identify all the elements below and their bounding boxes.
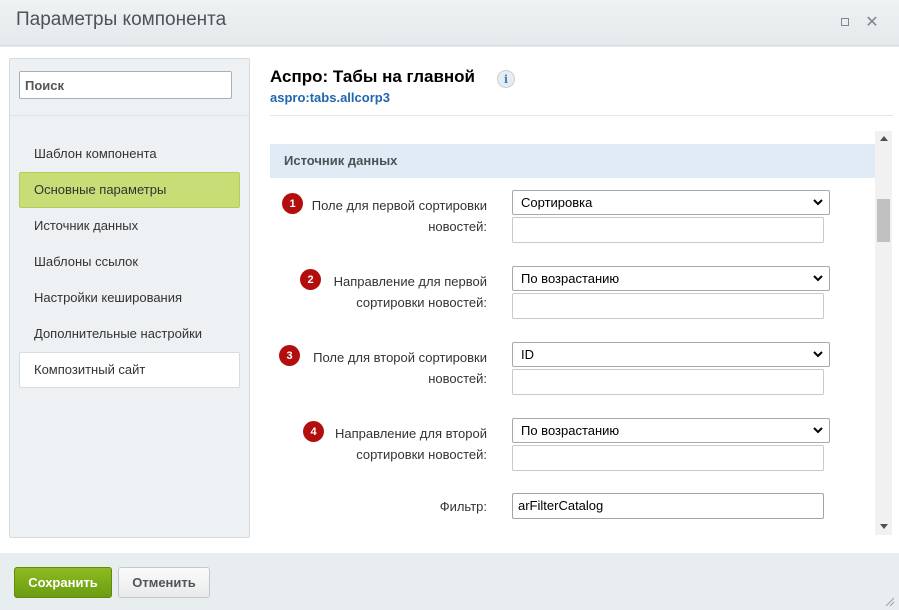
scroll-up-icon[interactable] bbox=[880, 136, 888, 141]
sort-field2-select[interactable]: ID bbox=[512, 342, 830, 367]
scrollbar-thumb[interactable] bbox=[877, 199, 890, 242]
sidebar-item-template[interactable]: Шаблон компонента bbox=[19, 136, 240, 172]
content-scrollbar[interactable] bbox=[875, 131, 892, 535]
scroll-down-icon[interactable] bbox=[880, 524, 888, 529]
field-label: Направление для первой сортировки новост… bbox=[333, 274, 487, 310]
content-divider bbox=[270, 115, 893, 116]
content-panel: Аспро: Табы на главной i aspro:tabs.allc… bbox=[270, 47, 899, 553]
component-code: aspro:tabs.allcorp3 bbox=[270, 90, 390, 105]
info-icon[interactable]: i bbox=[497, 70, 515, 88]
filter-label: Фильтр: bbox=[439, 499, 487, 514]
maximize-icon bbox=[841, 18, 849, 26]
close-button[interactable]: ✕ bbox=[862, 12, 882, 32]
dialog-body: Шаблон компонента Основные параметры Ист… bbox=[0, 47, 899, 553]
sidebar-item-url-templates[interactable]: Шаблоны ссылок bbox=[19, 244, 240, 280]
search-input[interactable] bbox=[19, 71, 232, 99]
chevron-down-icon bbox=[813, 275, 823, 282]
sidebar-nav: Шаблон компонента Основные параметры Ист… bbox=[19, 136, 240, 388]
sidebar-divider bbox=[10, 115, 249, 116]
sort-order2-custom-input[interactable] bbox=[512, 445, 824, 471]
field-label: Поле для первой сортировки новостей: bbox=[311, 198, 487, 234]
close-icon: ✕ bbox=[865, 14, 879, 31]
sort-field2-custom-input[interactable] bbox=[512, 369, 824, 395]
sort-field-select[interactable]: Сортировка bbox=[512, 190, 830, 215]
section-header: Источник данных bbox=[270, 144, 875, 178]
filter-input[interactable]: arFilterCatalog bbox=[512, 493, 824, 519]
sidebar-item-cache-settings[interactable]: Настройки кеширования bbox=[19, 280, 240, 316]
save-button[interactable]: Сохранить bbox=[14, 567, 112, 598]
chevron-down-icon bbox=[813, 199, 823, 206]
dialog-footer: Сохранить Отменить bbox=[0, 553, 899, 610]
component-title: Аспро: Табы на главной bbox=[270, 67, 475, 86]
sort-order2-select[interactable]: По возрастанию bbox=[512, 418, 830, 443]
step-badge: 4 bbox=[303, 421, 324, 442]
step-badge: 2 bbox=[300, 269, 321, 290]
field-label: Поле для второй сортировки новостей: bbox=[313, 350, 487, 386]
step-badge: 1 bbox=[282, 193, 303, 214]
cancel-button[interactable]: Отменить bbox=[118, 567, 210, 598]
chevron-down-icon bbox=[813, 351, 823, 358]
maximize-button[interactable] bbox=[835, 12, 855, 32]
sidebar-item-additional-settings[interactable]: Дополнительные настройки bbox=[19, 316, 240, 352]
chevron-down-icon bbox=[813, 427, 823, 434]
sidebar-item-data-source[interactable]: Источник данных bbox=[19, 208, 240, 244]
field-label: Направление для второй сортировки новост… bbox=[334, 426, 487, 462]
sort-order-select[interactable]: По возрастанию bbox=[512, 266, 830, 291]
dialog-title: Параметры компонента bbox=[16, 9, 227, 30]
resize-grip-icon[interactable] bbox=[885, 597, 895, 607]
sidebar: Шаблон компонента Основные параметры Ист… bbox=[9, 58, 250, 538]
sidebar-item-composite-site[interactable]: Композитный сайт bbox=[19, 352, 240, 388]
sort-field-custom-input[interactable] bbox=[512, 217, 824, 243]
dialog-titlebar: Параметры компонента ✕ bbox=[0, 0, 899, 46]
step-badge: 3 bbox=[279, 345, 300, 366]
sort-order-custom-input[interactable] bbox=[512, 293, 824, 319]
sidebar-item-main-params[interactable]: Основные параметры bbox=[19, 172, 240, 208]
